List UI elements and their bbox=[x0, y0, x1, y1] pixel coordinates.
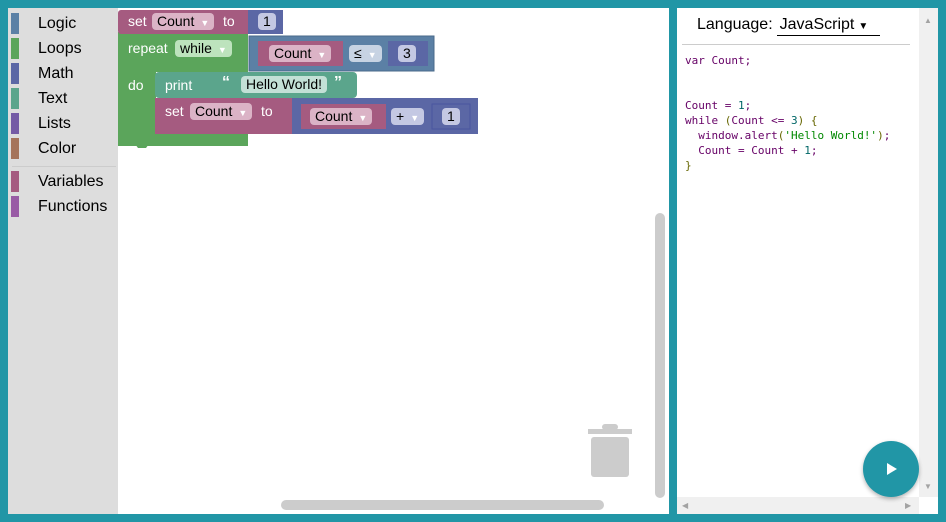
dropdown-arrow-icon: ▼ bbox=[238, 108, 248, 118]
number-field[interactable]: 1 bbox=[442, 108, 460, 125]
language-dropdown[interactable]: JavaScript ▼ bbox=[776, 16, 881, 36]
dropdown-arrow-icon: ▼ bbox=[410, 113, 420, 123]
variable-name: Count bbox=[315, 108, 353, 124]
scroll-right-icon[interactable]: ▶ bbox=[905, 501, 911, 510]
variable-dropdown[interactable]: Count ▼ bbox=[269, 45, 332, 62]
language-value: JavaScript bbox=[779, 16, 855, 33]
code-line: } bbox=[685, 159, 692, 172]
language-label: Language: bbox=[697, 16, 773, 33]
repeat-mode-dropdown[interactable]: while ▼ bbox=[175, 40, 232, 57]
number-field[interactable]: 1 bbox=[258, 13, 276, 30]
compare-operator-dropdown[interactable]: ≤ ▼ bbox=[349, 45, 382, 62]
do-label: do bbox=[128, 77, 144, 93]
close-quote-icon: ” bbox=[334, 74, 342, 91]
trash-icon[interactable] bbox=[588, 423, 632, 479]
set-block-keyword: set bbox=[128, 13, 147, 29]
repeat-keyword: repeat bbox=[128, 40, 168, 56]
arithmetic-operator-dropdown[interactable]: + ▼ bbox=[391, 108, 425, 125]
divider bbox=[682, 44, 910, 45]
code-line: Count = 1; bbox=[685, 99, 752, 112]
open-quote-icon: “ bbox=[222, 74, 230, 91]
code-horizontal-scrollbar[interactable]: ◀ ▶ bbox=[677, 497, 919, 514]
play-icon bbox=[887, 463, 897, 475]
code-panel: Language: JavaScript ▼ var Count; Count = … bbox=[677, 8, 938, 514]
run-button[interactable] bbox=[863, 441, 919, 497]
variable-name: Count bbox=[195, 103, 233, 119]
scroll-down-icon[interactable]: ▼ bbox=[924, 482, 932, 491]
variable-dropdown[interactable]: Count ▼ bbox=[190, 103, 253, 120]
text-field[interactable]: Hello World! bbox=[241, 76, 327, 93]
to-label: to bbox=[223, 13, 235, 29]
set-block-keyword: set bbox=[165, 103, 184, 119]
to-label: to bbox=[261, 103, 273, 119]
variable-name: Count bbox=[157, 13, 195, 29]
dropdown-arrow-icon: ▼ bbox=[217, 45, 227, 55]
language-selector: Language: JavaScript ▼ bbox=[697, 16, 881, 36]
generated-code: var Count; Count = 1; while (Count <= 3) … bbox=[685, 53, 890, 173]
variable-name: Count bbox=[274, 45, 312, 61]
number-field[interactable]: 3 bbox=[398, 45, 416, 62]
horizontal-scrollbar[interactable] bbox=[281, 500, 604, 510]
repeat-mode: while bbox=[180, 40, 212, 56]
variable-dropdown[interactable]: Count ▼ bbox=[310, 108, 373, 125]
dropdown-arrow-icon: ▼ bbox=[367, 50, 377, 60]
code-line: while (Count <= 3) { bbox=[685, 114, 818, 127]
blockly-workspace[interactable]: Logic Loops Math Text Lists Color Variab… bbox=[8, 8, 669, 514]
dropdown-arrow-icon: ▼ bbox=[200, 18, 210, 28]
operator: ≤ bbox=[354, 45, 362, 61]
scroll-left-icon[interactable]: ◀ bbox=[682, 501, 688, 510]
dropdown-arrow-icon: ▼ bbox=[358, 113, 368, 123]
dropdown-arrow-icon: ▼ bbox=[858, 21, 869, 32]
variable-dropdown[interactable]: Count ▼ bbox=[152, 13, 215, 30]
print-keyword: print bbox=[165, 77, 193, 93]
code-line: window.alert('Hello World!'); bbox=[685, 129, 891, 142]
operator: + bbox=[396, 108, 405, 124]
scroll-up-icon[interactable]: ▲ bbox=[924, 16, 932, 25]
code-vertical-scrollbar[interactable]: ▲ ▼ bbox=[919, 8, 938, 497]
code-line: var Count; bbox=[685, 54, 752, 67]
dropdown-arrow-icon: ▼ bbox=[317, 50, 327, 60]
code-line: Count = Count + 1; bbox=[685, 144, 818, 157]
vertical-scrollbar[interactable] bbox=[655, 213, 665, 498]
